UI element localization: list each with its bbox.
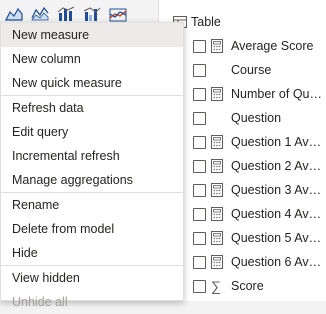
field-row-question[interactable]: Question <box>159 106 326 130</box>
menu-item-new-column[interactable]: New column <box>1 47 183 71</box>
field-checkbox[interactable] <box>193 111 206 125</box>
menu-item-refresh-data[interactable]: Refresh data <box>1 96 183 120</box>
menu-item-view-hidden[interactable]: View hidden <box>1 266 183 290</box>
menu-item-rename[interactable]: Rename <box>1 193 183 217</box>
calculator-icon <box>211 231 223 245</box>
field-checkbox[interactable] <box>193 279 206 293</box>
field-label: Score <box>231 279 264 293</box>
field-label: Question <box>231 111 282 125</box>
clustered-bar-chart-icon[interactable] <box>82 4 102 24</box>
field-checkbox[interactable] <box>193 207 206 221</box>
field-checkbox[interactable] <box>193 159 206 173</box>
sigma-icon: ∑ <box>211 278 221 294</box>
field-row-score[interactable]: ∑ Score <box>159 274 326 298</box>
calculator-icon <box>211 183 223 197</box>
field-label: Question 1 Aver... <box>231 135 326 149</box>
field-checkbox[interactable] <box>193 183 206 197</box>
calculator-icon <box>211 207 223 221</box>
menu-item-hide[interactable]: Hide <box>1 241 183 265</box>
menu-item-delete-from-model[interactable]: Delete from model <box>1 217 183 241</box>
field-label: Question 4 Aver... <box>231 207 326 221</box>
table-name: Table <box>191 15 221 29</box>
field-label: Number of Ques... <box>231 87 326 101</box>
context-menu: New measure New column New quick measure Re… <box>0 22 184 309</box>
field-row-question-5-aver[interactable]: Question 5 Aver... <box>159 226 326 250</box>
field-row-number-of-ques[interactable]: Number of Ques... <box>159 82 326 106</box>
field-row-question-1-aver[interactable]: Question 1 Aver... <box>159 130 326 154</box>
menu-item-unhide-all[interactable]: Unhide all <box>1 290 183 314</box>
field-label: Question 5 Aver... <box>231 231 326 245</box>
field-row-question-6-aver[interactable]: Question 6 Aver... <box>159 250 326 274</box>
menu-item-new-quick-measure[interactable]: New quick measure <box>1 71 183 95</box>
menu-item-new-measure[interactable]: New measure <box>1 23 183 47</box>
ribbon-chart-icon[interactable] <box>108 4 128 24</box>
field-label: Average Score <box>231 39 314 53</box>
menu-item-edit-query[interactable]: Edit query <box>1 120 183 144</box>
field-checkbox[interactable] <box>193 87 206 101</box>
calculator-icon <box>211 39 223 53</box>
menu-item-incremental-refresh[interactable]: Incremental refresh <box>1 144 183 168</box>
stacked-bar-chart-icon[interactable] <box>56 4 76 24</box>
field-checkbox[interactable] <box>193 135 206 149</box>
field-row-question-4-aver[interactable]: Question 4 Aver... <box>159 202 326 226</box>
field-label: Course <box>231 63 272 77</box>
field-checkbox[interactable] <box>193 39 206 53</box>
field-row-average-score[interactable]: Average Score <box>159 34 326 58</box>
area-chart-icon[interactable] <box>4 4 24 24</box>
field-checkbox[interactable] <box>193 231 206 245</box>
calculator-icon <box>211 255 223 269</box>
field-row-course[interactable]: Course <box>159 58 326 82</box>
field-label: Question 3 Aver... <box>231 183 326 197</box>
calculator-icon <box>211 159 223 173</box>
field-row-question-2-aver[interactable]: Question 2 Aver... <box>159 154 326 178</box>
field-label: Question 2 Aver... <box>231 159 326 173</box>
field-checkbox[interactable] <box>193 63 206 77</box>
field-row-question-3-aver[interactable]: Question 3 Aver... <box>159 178 326 202</box>
calculator-icon <box>211 135 223 149</box>
menu-item-manage-aggregations[interactable]: Manage aggregations <box>1 168 183 192</box>
calculator-icon <box>211 87 223 101</box>
field-checkbox[interactable] <box>193 255 206 269</box>
line-area-chart-icon[interactable] <box>30 4 50 24</box>
field-label: Question 6 Aver... <box>231 255 326 269</box>
